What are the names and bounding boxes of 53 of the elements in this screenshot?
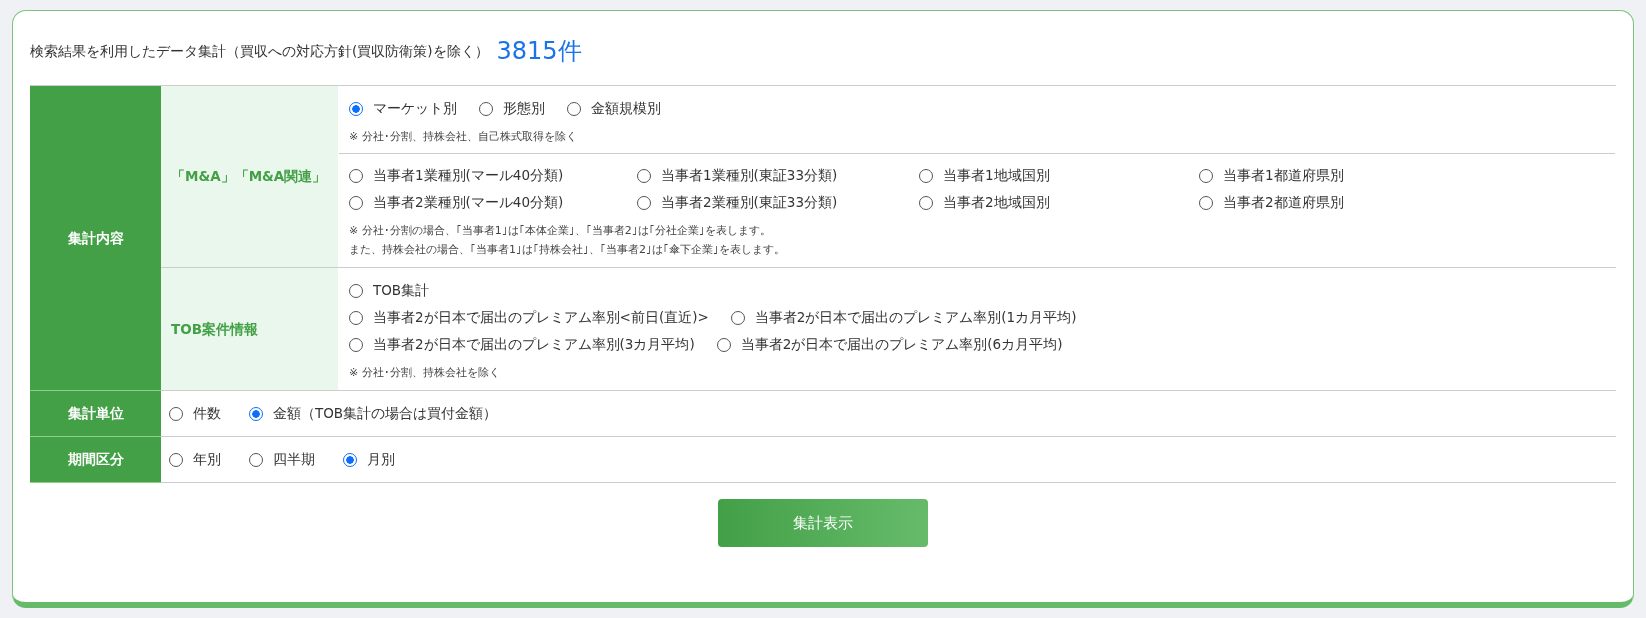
radio-button[interactable]: [349, 337, 363, 352]
radio-button[interactable]: [349, 168, 363, 183]
radio-button[interactable]: [349, 310, 363, 325]
option-label[interactable]: 金額（TOB集計の場合は買付金額）: [273, 400, 498, 427]
result-count: 3815件: [496, 36, 582, 67]
option-label[interactable]: 当事者2業種別(マール40分類): [373, 189, 564, 216]
row-header: 集計内容: [30, 85, 161, 391]
radio-button[interactable]: [1199, 195, 1213, 210]
radio-button[interactable]: [349, 283, 363, 298]
option-label[interactable]: TOB集計: [373, 277, 430, 304]
radio-button[interactable]: [249, 406, 263, 421]
radio-button[interactable]: [637, 168, 651, 183]
radio-button[interactable]: [343, 452, 357, 467]
option-label[interactable]: マーケット別: [373, 95, 457, 122]
radio-button[interactable]: [567, 101, 581, 116]
option-label[interactable]: 当事者2地域国別: [943, 189, 1050, 216]
option-label[interactable]: 当事者1業種別(東証33分類): [661, 162, 838, 189]
group-label: 「M&A」「M&A関連」: [161, 85, 338, 268]
option-label[interactable]: 形態別: [503, 95, 545, 122]
radio-button[interactable]: [919, 168, 933, 183]
note-text: ※ 分社･分割、持株会社を除く: [349, 365, 501, 381]
radio-button[interactable]: [349, 195, 363, 210]
row-header: 期間区分: [30, 436, 161, 483]
radio-button[interactable]: [730, 310, 745, 325]
radio-button[interactable]: [1199, 168, 1213, 183]
option-label[interactable]: 当事者1業種別(マール40分類): [373, 162, 564, 189]
note-text: また、持株会社の場合、｢当事者1｣は｢持株会社｣、｢当事者2｣は｢傘下企業｣を表します。: [349, 242, 786, 258]
option-label[interactable]: 当事者2が日本で届出のプレミアム率別(6カ月平均): [740, 331, 1063, 358]
row-header: 集計単位: [30, 390, 161, 437]
option-label[interactable]: 当事者1地域国別: [943, 162, 1050, 189]
option-label[interactable]: 当事者2業種別(東証33分類): [661, 189, 838, 216]
option-label[interactable]: 件数: [193, 400, 221, 427]
radio-button[interactable]: [479, 101, 493, 116]
radio-button[interactable]: [919, 195, 933, 210]
radio-button[interactable]: [169, 406, 183, 421]
option-label[interactable]: 年別: [193, 446, 221, 473]
radio-button[interactable]: [349, 101, 363, 116]
option-label[interactable]: 四半期: [273, 446, 315, 473]
radio-button[interactable]: [249, 452, 263, 467]
note-text: ※ 分社･分割の場合、｢当事者1｣は｢本体企業｣、｢当事者2｣は｢分社企業｣を表します。: [349, 223, 772, 239]
option-label[interactable]: 当事者2が日本で届出のプレミアム率別(1カ月平均): [754, 304, 1077, 331]
option-label[interactable]: 当事者2が日本で届出のプレミアム率別<前日(直近)>: [373, 304, 709, 331]
summary-title: 検索結果を利用したデータ集計（買収への対応方針(買収防衛策)を除く）: [30, 41, 489, 61]
group-label: TOB案件情報: [161, 267, 338, 391]
radio-button[interactable]: [169, 452, 183, 467]
note-text: ※ 分社･分割、持株会社、自己株式取得を除く: [349, 129, 578, 145]
option-label[interactable]: 当事者2都道府県別: [1223, 189, 1344, 216]
option-label[interactable]: 月別: [367, 446, 395, 473]
radio-button[interactable]: [637, 195, 651, 210]
option-label[interactable]: 当事者2が日本で届出のプレミアム率別(3カ月平均): [373, 331, 695, 358]
radio-button[interactable]: [716, 337, 731, 352]
option-label[interactable]: 当事者1都道府県別: [1223, 162, 1344, 189]
option-label[interactable]: 金額規模別: [591, 95, 661, 122]
